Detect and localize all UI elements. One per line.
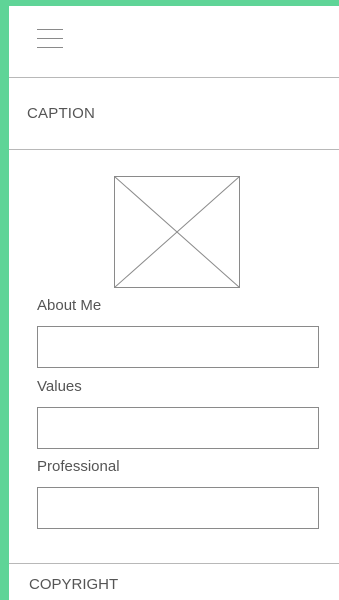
hamburger-menu-icon[interactable] bbox=[37, 29, 63, 49]
image-placeholder-icon bbox=[114, 176, 240, 288]
hamburger-line bbox=[37, 29, 63, 30]
hamburger-line bbox=[37, 47, 63, 48]
values-label: Values bbox=[37, 378, 82, 395]
page-frame: CAPTION About Me Values Professional COP… bbox=[9, 6, 339, 600]
caption-bar: CAPTION bbox=[9, 78, 339, 150]
about-me-label: About Me bbox=[37, 297, 102, 314]
about-me-input[interactable] bbox=[37, 326, 319, 368]
professional-label: Professional bbox=[37, 458, 120, 475]
copyright-text: COPYRIGHT bbox=[29, 576, 119, 593]
caption-text: CAPTION bbox=[27, 105, 96, 122]
professional-input[interactable] bbox=[37, 487, 319, 529]
footer: COPYRIGHT bbox=[9, 563, 339, 600]
header bbox=[9, 6, 339, 78]
hamburger-line bbox=[37, 38, 63, 39]
values-input[interactable] bbox=[37, 407, 319, 449]
